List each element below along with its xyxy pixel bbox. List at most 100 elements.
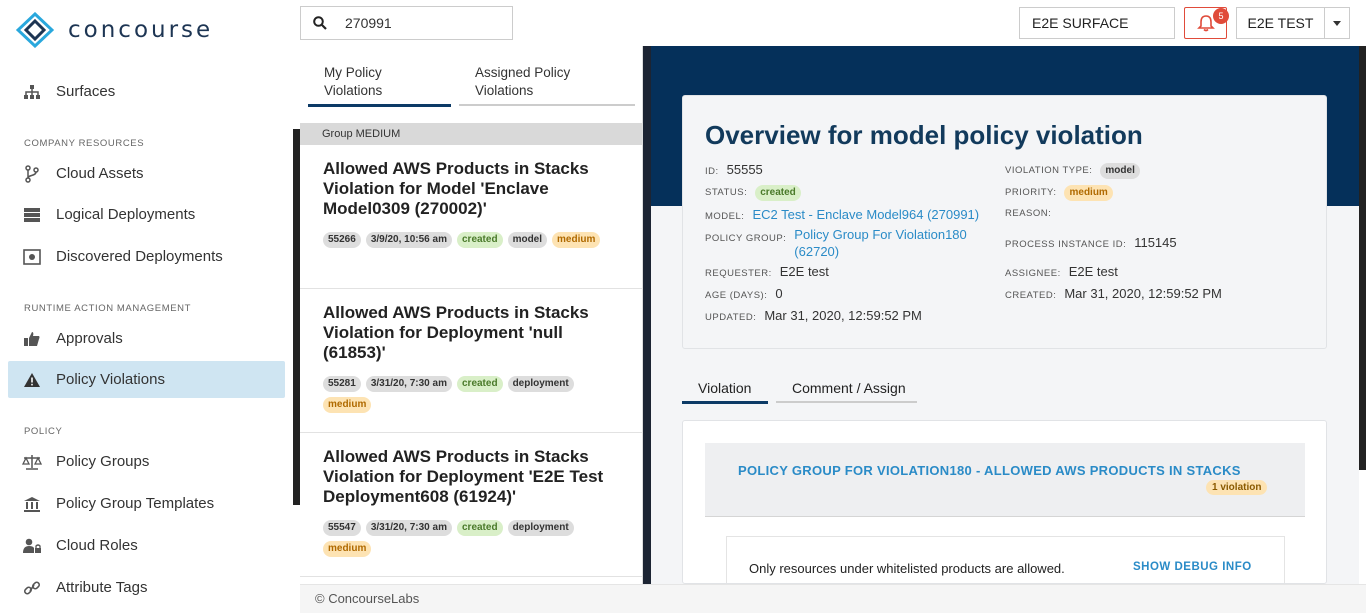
field-created: CREATED: Mar 31, 2020, 12:59:52 PM bbox=[1005, 286, 1222, 301]
branch-icon bbox=[22, 164, 42, 184]
sidebar-item-policy-group-templates[interactable]: Policy Group Templates bbox=[8, 485, 285, 522]
section-policy: POLICY bbox=[24, 426, 63, 437]
tab-violation[interactable]: Violation bbox=[698, 380, 751, 396]
sidebar-item-cloud-roles[interactable]: Cloud Roles bbox=[8, 527, 285, 564]
policy-group-title[interactable]: POLICY GROUP FOR VIOLATION180 - ALLOWED … bbox=[738, 463, 1241, 478]
logo[interactable]: concourse bbox=[16, 12, 213, 48]
scrollbar[interactable] bbox=[1359, 46, 1366, 470]
field-policy-group: POLICY GROUP: Policy Group For Violation… bbox=[705, 226, 967, 260]
link-icon bbox=[22, 578, 42, 598]
scroll-edge bbox=[293, 129, 300, 505]
tab-underline bbox=[459, 104, 635, 106]
sidebar-item-cloud-assets[interactable]: Cloud Assets bbox=[8, 155, 285, 192]
list-item[interactable]: Allowed AWS Products in Stacks Violation… bbox=[300, 289, 642, 433]
link-line: (62720) bbox=[794, 244, 840, 259]
list-item[interactable]: Allowed AWS Products in Stacks Violation… bbox=[300, 433, 642, 577]
field-id: ID: 55555 bbox=[705, 162, 763, 177]
sidebar-item-label: Discovered Deployments bbox=[56, 248, 223, 265]
sidebar-item-label: Policy Violations bbox=[56, 371, 165, 388]
tab-assigned-policy-violations[interactable]: Assigned Policy Violations bbox=[475, 64, 570, 100]
bell-icon bbox=[1196, 15, 1215, 32]
sidebar-item-attribute-tags[interactable]: Attribute Tags bbox=[8, 569, 285, 606]
sidebar-item-discovered-deployments[interactable]: Discovered Deployments bbox=[8, 238, 285, 275]
user-name: E2E TEST bbox=[1237, 8, 1325, 38]
model-link[interactable]: EC2 Test - Enclave Model964 (270991) bbox=[752, 207, 979, 222]
field-reason: REASON: bbox=[1005, 208, 1059, 219]
tab-underline bbox=[776, 401, 917, 403]
sidebar-item-surfaces[interactable]: Surfaces bbox=[8, 73, 285, 110]
violation-title: Allowed AWS Products in Stacks Violation… bbox=[323, 303, 589, 362]
sidebar-item-approvals[interactable]: Approvals bbox=[8, 320, 285, 357]
date-badge: 3/9/20, 10:56 am bbox=[365, 232, 452, 248]
policy-group-link[interactable]: Policy Group For Violation180 (62720) bbox=[794, 226, 966, 260]
tab-label-line: My Policy bbox=[324, 65, 382, 80]
priority-badge: medium bbox=[1064, 185, 1113, 201]
tab-label-line: Violations bbox=[475, 83, 534, 98]
field-status: STATUS: created bbox=[705, 185, 801, 201]
field-label: REQUESTER: bbox=[705, 268, 772, 279]
sidebar-item-logical-deployments[interactable]: Logical Deployments bbox=[8, 196, 285, 233]
tab-label-line: Violations bbox=[324, 83, 383, 98]
show-debug-info-button[interactable]: SHOW DEBUG INFO bbox=[1133, 561, 1252, 573]
field-label: REASON: bbox=[1005, 208, 1052, 219]
date-badge: 3/31/20, 7:30 am bbox=[365, 376, 452, 392]
field-value: E2E test bbox=[779, 264, 829, 279]
tab-my-policy-violations[interactable]: My Policy Violations bbox=[324, 64, 382, 100]
priority-badge: medium bbox=[323, 541, 372, 557]
field-assignee: ASSIGNEE: E2E test bbox=[1005, 264, 1118, 279]
field-label: AGE (DAYS): bbox=[705, 290, 768, 301]
status-badge: created bbox=[456, 232, 503, 248]
field-value: Mar 31, 2020, 12:59:52 PM bbox=[764, 308, 922, 323]
status-badge: created bbox=[456, 520, 503, 536]
search-value: 270991 bbox=[345, 15, 392, 31]
rule-text: Only resources under whitelisted product… bbox=[749, 561, 1065, 576]
user-lock-icon bbox=[22, 536, 42, 556]
sidebar-item-label: Surfaces bbox=[56, 83, 116, 100]
sidebar-item-policy-groups[interactable]: Policy Groups bbox=[8, 443, 285, 480]
sidebar-item-label: Approvals bbox=[56, 330, 123, 347]
field-priority: PRIORITY: medium bbox=[1005, 185, 1113, 201]
concourse-logo-icon bbox=[16, 12, 54, 48]
status-badge: created bbox=[456, 376, 503, 392]
server-icon bbox=[22, 205, 42, 225]
sidebar-item-label: Attribute Tags bbox=[56, 579, 148, 596]
field-requester: REQUESTER: E2E test bbox=[705, 264, 829, 279]
list-item[interactable]: Allowed AWS Products in Stacks Violation… bbox=[300, 145, 642, 289]
field-label: ASSIGNEE: bbox=[1005, 268, 1061, 279]
institution-icon bbox=[22, 494, 42, 514]
sidebar-item-policy-violations[interactable]: Policy Violations bbox=[8, 361, 285, 398]
active-tab-indicator bbox=[682, 401, 768, 404]
tab-comment-assign[interactable]: Comment / Assign bbox=[792, 380, 906, 396]
field-label: PROCESS INSTANCE ID: bbox=[1005, 239, 1127, 250]
policy-group-section[interactable]: POLICY GROUP FOR VIOLATION180 - ALLOWED … bbox=[705, 443, 1305, 517]
chevron-down-icon[interactable] bbox=[1325, 20, 1349, 26]
field-model: MODEL: EC2 Test - Enclave Model964 (2709… bbox=[705, 207, 979, 222]
discover-icon bbox=[22, 247, 42, 267]
sidebar-item-label: Policy Group Templates bbox=[56, 495, 215, 512]
warning-icon bbox=[22, 370, 42, 390]
surface-selector[interactable]: E2E SURFACE bbox=[1019, 7, 1175, 39]
thumbs-up-icon bbox=[22, 329, 42, 349]
search-icon bbox=[313, 16, 327, 30]
id-badge: 55266 bbox=[323, 232, 361, 248]
field-label: STATUS: bbox=[705, 187, 748, 198]
sidebar-item-label: Logical Deployments bbox=[56, 206, 196, 223]
field-value: 115145 bbox=[1134, 235, 1177, 250]
sidebar-item-label: Policy Groups bbox=[56, 453, 150, 470]
field-value: Mar 31, 2020, 12:59:52 PM bbox=[1064, 286, 1222, 301]
field-label: UPDATED: bbox=[705, 312, 757, 323]
pane-divider[interactable] bbox=[643, 46, 651, 584]
user-menu[interactable]: E2E TEST bbox=[1236, 7, 1350, 39]
notifications-button[interactable]: 5 bbox=[1184, 7, 1229, 39]
field-value: 0 bbox=[775, 286, 783, 301]
type-badge: deployment bbox=[507, 520, 574, 536]
logo-text: concourse bbox=[68, 17, 214, 43]
field-label: ID: bbox=[705, 166, 719, 177]
search-input[interactable]: 270991 bbox=[300, 6, 513, 40]
field-value: E2E test bbox=[1068, 264, 1118, 279]
field-violation-type: VIOLATION TYPE: model bbox=[1005, 163, 1140, 179]
type-badge: model bbox=[1100, 163, 1140, 179]
id-badge: 55547 bbox=[323, 520, 361, 536]
page-title: Overview for model policy violation bbox=[705, 120, 1143, 150]
tag-list: 55281 3/31/20, 7:30 am created deploymen… bbox=[323, 376, 613, 413]
